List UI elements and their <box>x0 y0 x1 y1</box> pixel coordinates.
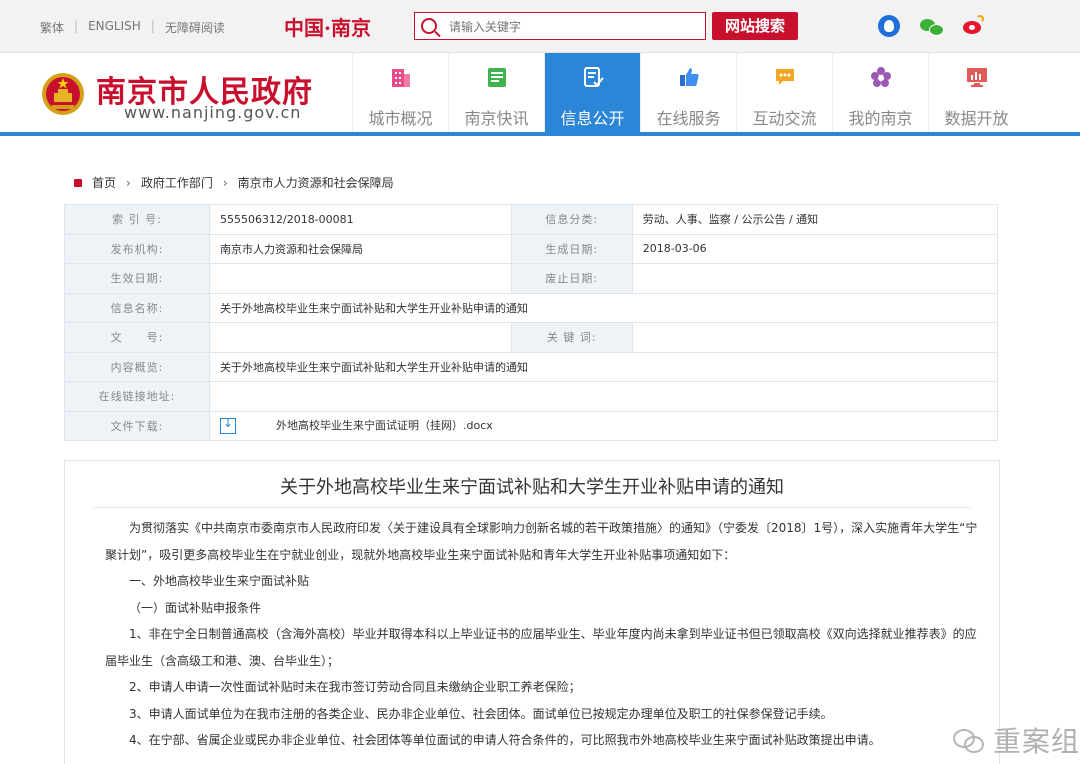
breadcrumb: 首页 › 政府工作部门 › 南京市人力资源和社会保障局 <box>74 174 394 191</box>
article-paragraph: 1、非在宁全日制普通高校（含海外高校）毕业并取得本科以上毕业证书的应届毕业生、毕… <box>105 627 977 668</box>
category-label: 信息分类: <box>510 204 633 235</box>
effective-date-value <box>209 263 512 294</box>
traditional-chinese-link[interactable]: 繁体 <box>40 19 64 36</box>
publisher-label: 发布机构: <box>64 233 210 264</box>
table-row: 内容概览: 关于外地高校毕业生来宁面试补贴和大学生开业补贴申请的通知 <box>64 351 998 382</box>
keywords-label: 关 键 词: <box>510 322 633 353</box>
created-date-value: 2018-03-06 <box>631 233 999 264</box>
building-icon <box>392 69 410 87</box>
nav-info-disclosure[interactable]: 信息公开 <box>544 53 640 133</box>
monitor-chart-icon <box>967 68 987 87</box>
top-bar: 繁体 | ENGLISH | 无障碍阅读 中国·南京 网站搜索 <box>0 0 1080 53</box>
table-row: 发布机构: 南京市人力资源和社会保障局 生成日期: 2018-03-06 <box>64 233 999 264</box>
nav-my-nanjing[interactable]: 我的南京 <box>832 53 928 133</box>
nav-interaction[interactable]: 互动交流 <box>736 53 832 133</box>
keywords-value <box>631 322 999 353</box>
nav-label: 数据开放 <box>944 109 1009 128</box>
created-date-label: 生成日期: <box>510 233 633 264</box>
summary-label: 内容概览: <box>64 351 210 382</box>
search-input[interactable] <box>447 16 701 38</box>
article-paragraph: 为贯彻落实《中共南京市委南京市人民政府印发〈关于建设具有全球影响力创新名城的若干… <box>105 521 978 562</box>
table-row: 索 引 号: 555506312/2018-00081 信息分类: 劳动、人事、… <box>64 204 999 235</box>
expired-date-label: 废止日期: <box>510 263 633 294</box>
breadcrumb-bureau[interactable]: 南京市人力资源和社会保障局 <box>238 174 394 191</box>
home-icon <box>74 178 82 187</box>
document-metadata-table: 索 引 号: 555506312/2018-00081 信息分类: 劳动、人事、… <box>64 204 999 441</box>
breadcrumb-departments[interactable]: 政府工作部门 <box>141 174 213 191</box>
china-nanjing-brand[interactable]: 中国·南京 <box>284 12 371 41</box>
news-icon <box>488 68 506 87</box>
divider: | <box>74 19 79 33</box>
summary-value: 关于外地高校毕业生来宁面试补贴和大学生开业补贴申请的通知 <box>209 351 998 382</box>
download-icon[interactable] <box>220 416 236 435</box>
table-row: 文 号: 关 键 词: <box>64 322 999 353</box>
category-value: 劳动、人事、监察 / 公示公告 / 通知 <box>631 204 999 235</box>
document-check-icon <box>584 67 604 87</box>
breadcrumb-home[interactable]: 首页 <box>92 174 116 191</box>
weibo-icon[interactable] <box>962 15 984 37</box>
thumbs-up-icon <box>680 68 699 86</box>
article-paragraph: 3、申请人面试单位为在我市注册的各类企业、民办非企业单位、社会团体。面试单位已按… <box>129 706 833 721</box>
nav-online-service[interactable]: 在线服务 <box>640 53 736 133</box>
nav-city-overview[interactable]: 城市概况 <box>352 53 448 133</box>
info-name-value: 关于外地高校毕业生来宁面试补贴和大学生开业补贴申请的通知 <box>209 292 998 323</box>
article-paragraph: 4、在宁部、省属企业或民办非企业单位、社会团体等单位面试的申请人符合条件的，可比… <box>129 733 881 747</box>
nav-label: 信息公开 <box>560 109 625 128</box>
search-icon <box>421 18 437 34</box>
accessibility-link[interactable]: 无障碍阅读 <box>165 19 225 36</box>
table-row: 信息名称: 关于外地高校毕业生来宁面试补贴和大学生开业补贴申请的通知 <box>64 292 998 323</box>
national-emblem-icon <box>42 73 84 115</box>
file-download-cell: 外地高校毕业生来宁面试证明（挂网）.docx <box>209 410 998 441</box>
main-nav: 城市概况 南京快讯 信息公开 在线服务 互动交流 我的南京 数据开放 <box>352 53 1024 133</box>
header-divider <box>0 132 1080 136</box>
online-link-value <box>209 381 998 412</box>
publisher-value: 南京市人力资源和社会保障局 <box>209 233 512 264</box>
nav-open-data[interactable]: 数据开放 <box>928 53 1024 133</box>
doc-number-value <box>209 322 512 353</box>
wechat-icon[interactable] <box>920 15 944 37</box>
effective-date-label: 生效日期: <box>64 263 210 294</box>
doc-number-label: 文 号: <box>64 322 210 353</box>
flower-icon <box>871 67 891 87</box>
site-url: www.nanjing.gov.cn <box>124 103 302 122</box>
table-row: 生效日期: 废止日期: <box>64 263 999 294</box>
nav-label: 我的南京 <box>848 109 913 128</box>
top-links: 繁体 | ENGLISH | 无障碍阅读 <box>40 19 225 36</box>
index-label: 索 引 号: <box>64 204 210 235</box>
index-value: 555506312/2018-00081 <box>209 204 512 235</box>
nav-label: 在线服务 <box>656 109 721 128</box>
article-paragraph: 2、申请人申请一次性面试补贴时未在我市签订劳动合同且未缴纳企业职工养老保险； <box>129 680 581 694</box>
table-row: 在线链接地址: <box>64 381 998 412</box>
site-header: 南京市人民政府 www.nanjing.gov.cn 城市概况 南京快讯 信息公… <box>0 53 1080 136</box>
nav-label: 城市概况 <box>368 109 433 128</box>
info-name-label: 信息名称: <box>64 292 210 323</box>
article-paragraph: （一）面试补贴申报条件 <box>129 600 262 615</box>
online-link-label: 在线链接地址: <box>64 381 210 412</box>
chevron-right-icon: › <box>126 175 131 190</box>
chevron-right-icon: › <box>222 175 228 190</box>
article-body: 为贯彻落实《中共南京市委南京市人民政府印发〈关于建设具有全球影响力创新名城的若干… <box>105 515 987 754</box>
nav-label: 南京快讯 <box>464 109 529 128</box>
nav-label: 互动交流 <box>752 109 817 128</box>
search-box <box>414 12 706 40</box>
watermark-text: 重案组 <box>992 724 1080 758</box>
table-row: 文件下载: 外地高校毕业生来宁面试证明（挂网）.docx <box>64 410 998 441</box>
divider: | <box>150 19 155 33</box>
search-button[interactable]: 网站搜索 <box>712 12 798 40</box>
article-paragraph: 一、外地高校毕业生来宁面试补贴 <box>129 574 310 588</box>
wechat-watermark-icon <box>952 727 987 753</box>
expired-date-value <box>631 263 999 294</box>
download-file-link[interactable]: 外地高校毕业生来宁面试证明（挂网）.docx <box>276 419 493 432</box>
article-panel: 关于外地高校毕业生来宁面试补贴和大学生开业补贴申请的通知 为贯彻落实《中共南京市… <box>64 460 1000 764</box>
nav-nanjing-news[interactable]: 南京快讯 <box>448 53 544 133</box>
english-link[interactable]: ENGLISH <box>88 19 141 36</box>
watermark: 重案组 <box>952 716 1080 763</box>
chat-icon <box>776 69 794 85</box>
article-title: 关于外地高校毕业生来宁面试补贴和大学生开业补贴申请的通知 <box>280 477 784 498</box>
qq-icon[interactable] <box>878 15 900 37</box>
file-download-label: 文件下载: <box>64 410 210 441</box>
divider <box>93 507 971 508</box>
